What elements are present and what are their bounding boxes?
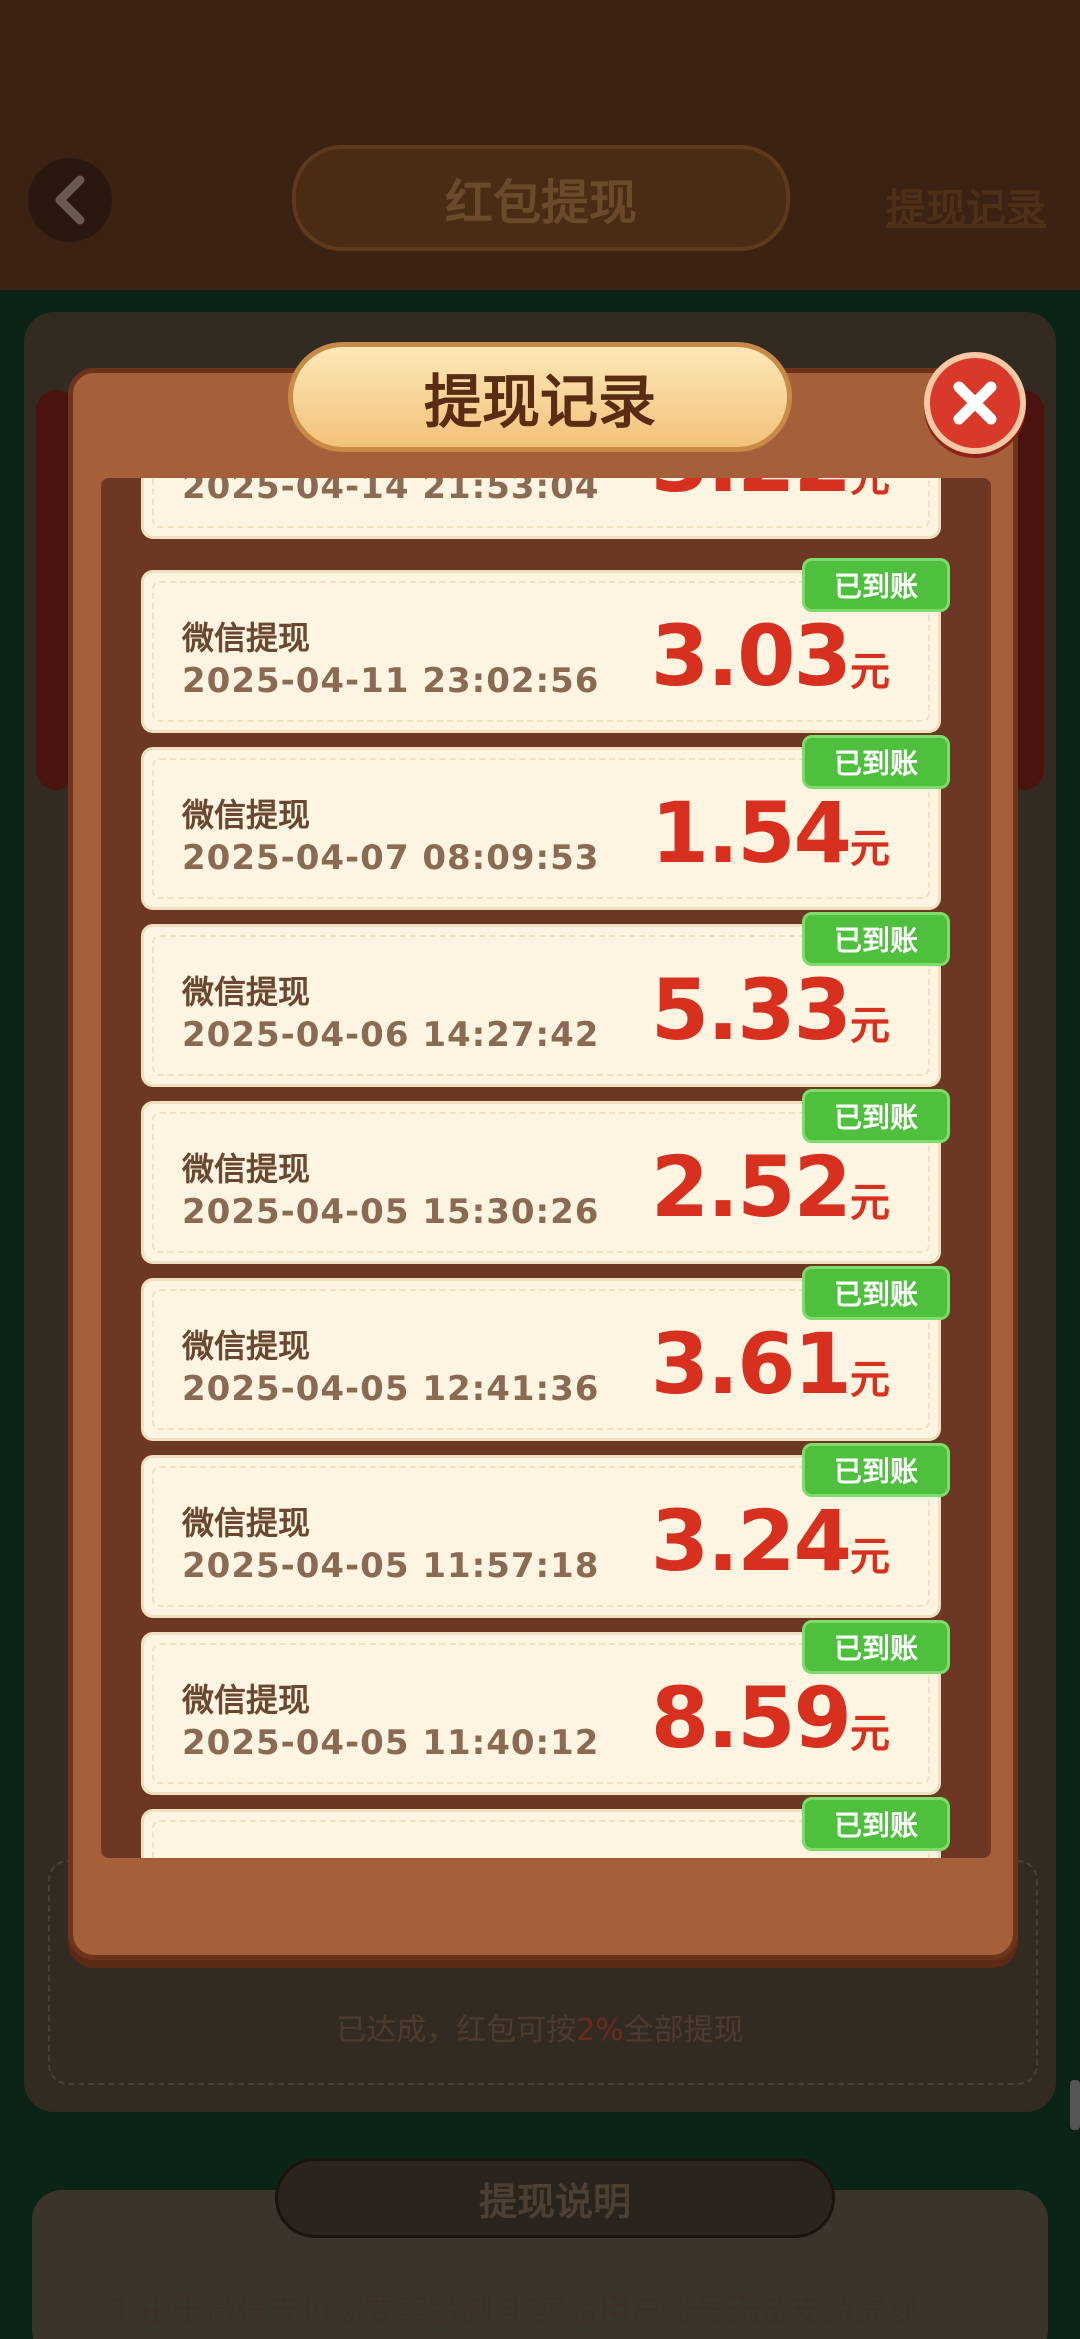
record-name: 微信提现 [182, 1504, 311, 1542]
scroll-edge-indicator [1070, 2080, 1080, 2130]
back-button[interactable] [28, 158, 112, 242]
record-time: 2025-04-11 23:02:56 [182, 661, 600, 701]
record-card-partial-top: 2025-04-14 21:53:04 3.22元 [141, 478, 941, 539]
status-badge: 已到账 [802, 735, 950, 789]
modal-title: 提现记录 [288, 342, 792, 452]
record-time: 2025-04-14 21:53:04 [182, 478, 600, 507]
record-amount: 3.61元 [650, 1315, 890, 1413]
status-badge: 已到账 [802, 912, 950, 966]
chevron-left-icon [55, 175, 85, 225]
record-amount-value: 5.33 [650, 961, 852, 1059]
record-name: 微信提现 [182, 1150, 311, 1188]
close-button[interactable] [924, 352, 1026, 454]
record-time: 2025-04-05 12:41:36 [182, 1369, 600, 1409]
record-card: 已到账 微信提现 2025-04-11 23:02:56 3.03元 [141, 558, 950, 733]
record-amount: 1.54元 [650, 784, 890, 882]
record-amount-unit: 元 [850, 1711, 890, 1757]
record-name: 微信提现 [182, 973, 311, 1011]
status-badge: 已到账 [802, 1797, 950, 1851]
record-time: 2025-04-05 15:30:26 [182, 1192, 600, 1232]
record-amount: 2.52元 [650, 1138, 890, 1236]
status-badge: 已到账 [802, 558, 950, 612]
record-amount-unit: 元 [850, 826, 890, 872]
record-time: 2025-04-05 11:40:12 [182, 1723, 600, 1763]
record-amount-value: 2.52 [650, 1138, 852, 1236]
record-list-viewport[interactable]: 2025-04-14 21:53:04 3.22元 已到账 微信提现 2025-… [101, 478, 991, 1858]
record-name: 微信提现 [182, 1681, 311, 1719]
record-card: 已到账 微信提现 2025-04-05 15:30:26 2.52元 [141, 1089, 950, 1264]
record-name: 微信提现 [182, 796, 311, 834]
page-title: 红包提现 [292, 145, 790, 251]
record-amount-unit: 元 [850, 649, 890, 695]
record-time: 2025-04-05 11:57:18 [182, 1546, 600, 1586]
record-name: 微信提现 [182, 619, 311, 657]
status-badge: 已到账 [802, 1443, 950, 1497]
record-card: 已到账 微信提现 2025-04-06 14:27:42 5.33元 [141, 912, 950, 1087]
record-amount-value: 3.24 [650, 1492, 852, 1590]
record-amount: 3.03元 [650, 607, 890, 705]
record-card: 已到账 微信提现 2025-04-05 12:41:36 3.61元 [141, 1266, 950, 1441]
withdraw-note-percent: 2% [576, 2013, 624, 2048]
status-badge: 已到账 [802, 1266, 950, 1320]
record-amount: 5.33元 [650, 961, 890, 1059]
instructions-title: 提现说明 [275, 2158, 835, 2238]
record-amount: 8.59元 [650, 1669, 890, 1767]
withdraw-history-modal: 2025-04-14 21:53:04 3.22元 已到账 微信提现 2025-… [68, 368, 1018, 1960]
status-badge: 已到账 [802, 1620, 950, 1674]
record-time: 2025-04-06 14:27:42 [182, 1015, 600, 1055]
record-card: 已到账 微信提现 2025-04-07 08:09:53 1.54元 [141, 735, 950, 910]
status-badge: 已到账 [802, 1089, 950, 1143]
record-amount-unit: 元 [850, 478, 890, 501]
record-amount-unit: 元 [850, 1003, 890, 1049]
record-card-partial-bottom: 已到账 [141, 1797, 950, 1858]
record-amount-unit: 元 [850, 1180, 890, 1226]
instructions-text: 1.由于微信支付需要实名制,非实名用户账号无法支持提现 [110, 2291, 919, 2329]
record-amount-value: 8.59 [650, 1669, 852, 1767]
close-icon [953, 381, 997, 425]
withdraw-note: 已达成，红包可按2%全部提现 [0, 2005, 1080, 2049]
record-amount: 3.22元 [651, 478, 890, 511]
record-name: 微信提现 [182, 1327, 311, 1365]
withdraw-history-link[interactable]: 提现记录 [886, 176, 1046, 234]
record-amount: 3.24元 [650, 1492, 890, 1590]
record-amount-value: 3.22 [651, 478, 852, 511]
record-amount-unit: 元 [850, 1357, 890, 1403]
record-card: 已到账 微信提现 2025-04-05 11:40:12 8.59元 [141, 1620, 950, 1795]
record-amount-value: 3.61 [650, 1315, 852, 1413]
withdraw-note-prefix: 已达成，红包可按 [336, 2013, 577, 2048]
record-amount-unit: 元 [850, 1534, 890, 1580]
record-time: 2025-04-07 08:09:53 [182, 838, 600, 878]
record-amount-value: 1.54 [650, 784, 852, 882]
record-amount-value: 3.03 [650, 607, 852, 705]
record-card: 已到账 微信提现 2025-04-05 11:57:18 3.24元 [141, 1443, 950, 1618]
withdraw-note-suffix: 全部提现 [623, 2013, 744, 2048]
